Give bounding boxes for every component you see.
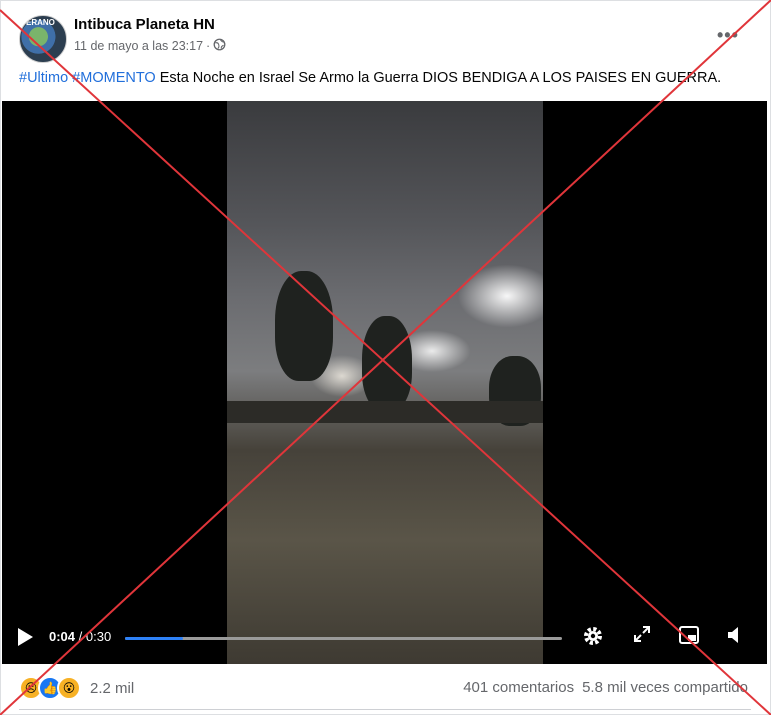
video-frame bbox=[227, 101, 543, 664]
miniplayer-icon[interactable] bbox=[676, 624, 702, 650]
video-time: 0:04 / 0:30 bbox=[49, 629, 111, 644]
progress-bar[interactable] bbox=[125, 637, 562, 640]
current-time: 0:04 bbox=[49, 629, 76, 644]
post-stats: 401 comentarios 5.8 mil veces compartido bbox=[463, 679, 748, 696]
post-meta: 11 de mayo a las 23:17 · bbox=[74, 38, 226, 54]
page-name-link[interactable]: Intibuca Planeta HN bbox=[74, 16, 215, 33]
horizon-wall bbox=[227, 401, 543, 423]
total-time: / 0:30 bbox=[75, 629, 112, 644]
fullscreen-icon[interactable] bbox=[629, 624, 655, 650]
shares-count[interactable]: 5.8 mil veces compartido bbox=[582, 679, 748, 696]
avatar-text: ERANO bbox=[26, 18, 55, 27]
wow-reaction-icon: 😮 bbox=[57, 676, 81, 700]
meta-separator: · bbox=[206, 39, 211, 53]
video-controls: 0:04 / 0:30 bbox=[2, 612, 767, 664]
tree-silhouette bbox=[362, 316, 412, 411]
page-avatar[interactable]: ERANO bbox=[19, 15, 67, 63]
hashtag-link[interactable]: #MOMENTO bbox=[72, 70, 156, 86]
divider bbox=[19, 709, 751, 710]
video-player[interactable]: 0:04 / 0:30 bbox=[2, 101, 767, 664]
hashtag-link[interactable]: #Ultimo bbox=[19, 70, 68, 86]
globe-icon bbox=[213, 38, 226, 54]
facebook-post: ERANO Intibuca Planeta HN 11 de mayo a l… bbox=[0, 0, 771, 715]
settings-icon[interactable] bbox=[580, 624, 606, 650]
post-caption: #Ultimo #MOMENTO Esta Noche en Israel Se… bbox=[19, 70, 721, 86]
tree-silhouette bbox=[275, 271, 333, 381]
caption-text: Esta Noche en Israel Se Armo la Guerra D… bbox=[155, 70, 722, 86]
volume-icon[interactable] bbox=[722, 624, 748, 650]
more-options-icon[interactable]: ••• bbox=[717, 25, 739, 46]
play-icon[interactable] bbox=[18, 628, 33, 646]
progress-fill bbox=[125, 637, 184, 640]
comments-count[interactable]: 401 comentarios bbox=[463, 679, 574, 696]
reaction-count[interactable]: 2.2 mil bbox=[90, 680, 134, 697]
post-timestamp[interactable]: 11 de mayo a las 23:17 bbox=[74, 39, 203, 53]
reactions-summary[interactable]: ☹ 👍 😮 2.2 mil bbox=[19, 676, 134, 700]
